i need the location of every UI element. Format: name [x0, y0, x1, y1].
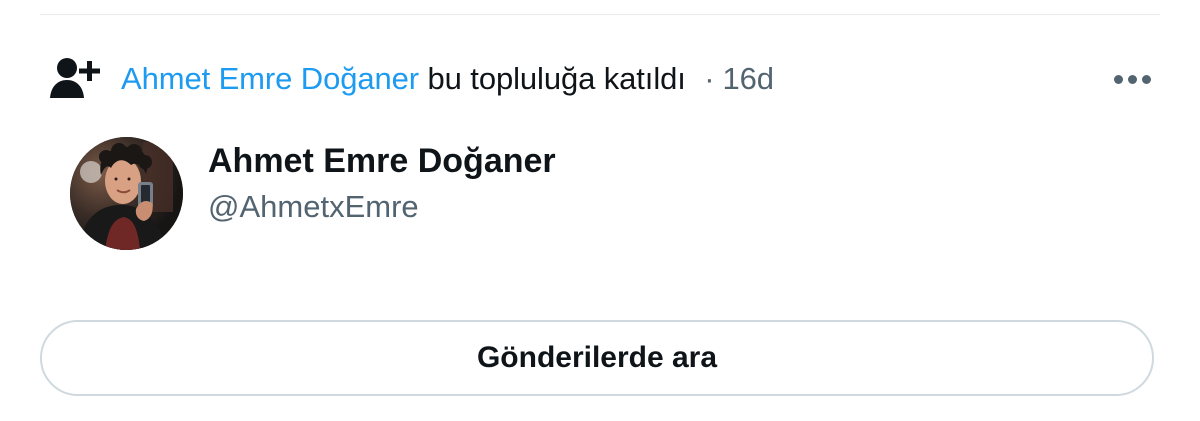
- more-options-button[interactable]: [1106, 59, 1158, 99]
- search-posts-button[interactable]: Gönderilerde ara: [40, 320, 1154, 396]
- activity-time[interactable]: 16d: [723, 61, 775, 96]
- more-dot-icon: [1113, 74, 1123, 84]
- activity-text: Ahmet Emre Doğaner bu topluluğa katıldı …: [121, 59, 1106, 99]
- actor-link[interactable]: Ahmet Emre Doğaner: [121, 61, 419, 96]
- time-separator: ·: [704, 61, 715, 96]
- top-divider: [40, 14, 1160, 15]
- profile-display-name[interactable]: Ahmet Emre Doğaner: [208, 140, 556, 182]
- profile-avatar[interactable]: [70, 137, 183, 250]
- search-posts-label: Gönderilerde ara: [476, 341, 718, 374]
- user-plus-icon: [48, 55, 100, 103]
- activity-action: bu topluluğa katıldı: [427, 61, 686, 96]
- community-activity-page: Ahmet Emre Doğaner bu topluluğa katıldı …: [0, 0, 1200, 421]
- more-dot-icon: [1141, 74, 1151, 84]
- activity-row: Ahmet Emre Doğaner bu topluluğa katıldı …: [48, 50, 1158, 108]
- more-dot-icon: [1127, 74, 1137, 84]
- profile-handle[interactable]: @AhmetxEmre: [208, 187, 419, 227]
